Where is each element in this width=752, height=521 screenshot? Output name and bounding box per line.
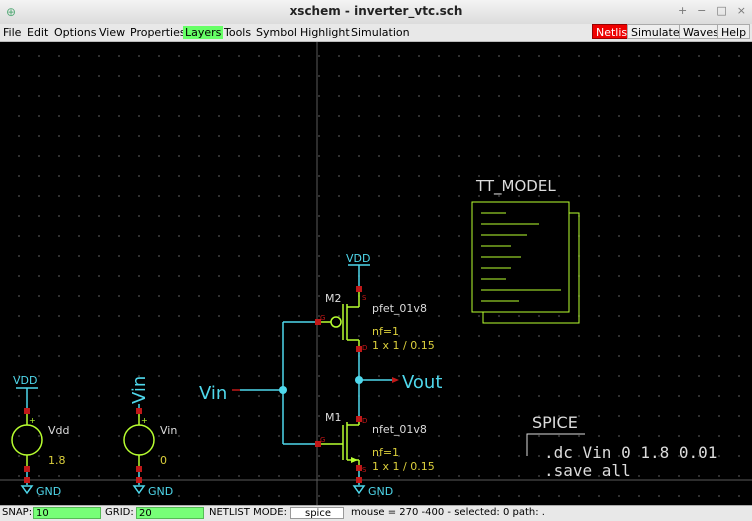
vin-src-value: 0 [160, 454, 167, 467]
m2-size: 1 x 1 / 0.15 [372, 339, 435, 352]
vin-voltage-source[interactable] [123, 414, 155, 466]
close-icon[interactable]: × [737, 4, 746, 17]
spice-line-dc[interactable]: .dc Vin 0 1.8 0.01 [544, 443, 717, 462]
vin-src-pin-top [136, 408, 142, 414]
vdd-src-plus: + [29, 416, 36, 425]
menu-highlight[interactable]: Highlight [300, 26, 350, 39]
m2-model: pfet_01v8 [372, 302, 427, 315]
gnd-mid-label: GND [148, 485, 173, 498]
grid-input[interactable]: 20 [136, 507, 204, 519]
vdd-src-value: 1.8 [48, 454, 66, 467]
menu-properties[interactable]: Properties [130, 26, 186, 39]
mouse-info: mouse = 270 -400 - selected: 0 path: . [351, 507, 545, 518]
m1-pin-g-label: G [320, 436, 325, 444]
netlist-mode-value[interactable]: spice [290, 507, 344, 519]
vdd-src-name: Vdd [48, 424, 70, 437]
vdd-src-pin-top [24, 408, 30, 414]
menu-view[interactable]: View [99, 26, 125, 39]
maximize-icon[interactable]: □ [716, 4, 726, 17]
vin-net-label[interactable]: Vin [199, 383, 227, 404]
m1-model: nfet_01v8 [372, 423, 427, 436]
help-button[interactable]: Help [717, 24, 751, 39]
snap-label: SNAP: [2, 507, 33, 518]
menu-options[interactable]: Options [54, 26, 96, 39]
vin-source-rail-label: Vin [129, 376, 150, 404]
m1-nf: nf=1 [372, 446, 399, 459]
wires[interactable] [26, 265, 397, 485]
window-title: xschem - inverter_vtc.sch [289, 4, 463, 18]
m1-size: 1 x 1 / 0.15 [372, 460, 435, 473]
snap-input[interactable]: 10 [33, 507, 101, 519]
menu-edit[interactable]: Edit [27, 26, 48, 39]
m2-pin-s-label: S [362, 294, 367, 302]
spice-line-save[interactable]: .save all [544, 461, 631, 480]
m2-nf: nf=1 [372, 325, 399, 338]
gnd-left-label: GND [36, 485, 61, 498]
m1-pin-d-label: D [362, 417, 367, 425]
vdd-src-pin-bot [24, 466, 30, 472]
netlist-mode-label: NETLIST MODE: [209, 507, 287, 518]
vin-src-pin-bot [136, 466, 142, 472]
minimize-icon[interactable]: − [697, 4, 706, 17]
spice-block-title: SPICE [532, 413, 578, 432]
junction-dot-vin [279, 386, 287, 394]
junction-dot-vout [355, 376, 363, 384]
vout-pin-marker [392, 377, 399, 383]
menu-tools[interactable]: Tools [224, 26, 251, 39]
tt-model-label: TT_MODEL [475, 177, 556, 196]
grid-label: GRID: [105, 507, 134, 518]
vin-src-plus: + [141, 416, 148, 425]
vdd-source-rail-label: VDD [13, 374, 37, 387]
vout-net-label[interactable]: Vout [402, 372, 442, 393]
simulate-button[interactable]: Simulate [627, 24, 684, 39]
gnd-center-label: GND [368, 485, 393, 498]
m2-name: M2 [325, 292, 342, 305]
title-bar: ⊕ xschem - inverter_vtc.sch + − □ × [0, 0, 752, 25]
menu-layers[interactable]: Layers [183, 26, 224, 39]
vdd-voltage-source[interactable] [11, 414, 43, 466]
menu-simulation[interactable]: Simulation [351, 26, 410, 39]
menu-symbol[interactable]: Symbol [256, 26, 297, 39]
window-extra-icon[interactable]: + [678, 4, 687, 17]
tt-model-symbol[interactable] [471, 201, 580, 324]
m1-name: M1 [325, 411, 342, 424]
m1-source-arrow [351, 457, 358, 463]
m1-pin-s-label: S [362, 466, 367, 474]
status-bar: SNAP: 10 GRID: 20 NETLIST MODE: spice mo… [0, 505, 752, 521]
vin-src-name: Vin [160, 424, 177, 437]
schematic-drawing: TT_MODEL Vin Vout VDD M2 pfet_01v8 nf=1 … [0, 42, 752, 505]
schematic-canvas[interactable]: TT_MODEL Vin Vout VDD M2 pfet_01v8 nf=1 … [0, 42, 752, 505]
vdd-top-label: VDD [346, 252, 370, 265]
menu-file[interactable]: File [3, 26, 21, 39]
m2-pin-g-label: G [320, 314, 325, 322]
m2-pin-d-label: D [362, 344, 367, 352]
menu-bar: File Edit Options View Properties Layers… [0, 24, 752, 42]
